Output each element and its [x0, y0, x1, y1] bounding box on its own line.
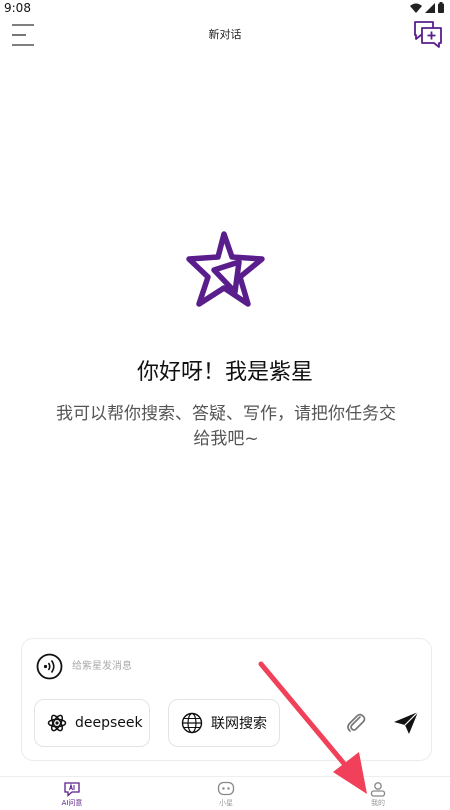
- new-chat-button[interactable]: [412, 18, 444, 50]
- deepseek-chip[interactable]: deepseek: [34, 699, 150, 747]
- paperclip-icon: [347, 713, 366, 732]
- greeting-subtitle: 我可以帮你搜索、答疑、写作，请把你任务交给我吧~: [56, 404, 396, 449]
- nav-label-ai: AI问意: [61, 799, 83, 807]
- star-logo-icon: [186, 231, 265, 307]
- page-title: 新对话: [208, 28, 242, 41]
- atom-icon: [47, 714, 67, 732]
- web-search-chip-label: 联网搜索: [211, 716, 267, 732]
- status-icons: [410, 2, 444, 13]
- bottom-nav: AI问意 小星 我的: [0, 776, 450, 810]
- deepseek-chip-label: deepseek: [75, 715, 143, 731]
- nav-item-xiaoxing[interactable]: 小星: [196, 781, 256, 808]
- web-search-chip[interactable]: 联网搜索: [168, 699, 280, 747]
- new-chat-icon: [414, 21, 442, 48]
- message-composer: deepseek 联网搜索: [21, 638, 432, 761]
- header: 新对话: [0, 16, 450, 56]
- xiaoxing-icon: [217, 781, 235, 796]
- wifi-icon: [410, 3, 422, 13]
- status-bar: 9:08: [0, 0, 450, 16]
- attach-button[interactable]: [344, 711, 368, 735]
- voice-input-button[interactable]: [36, 653, 63, 680]
- voice-icon: [36, 653, 63, 680]
- send-icon: [394, 711, 419, 734]
- message-input[interactable]: [72, 657, 372, 675]
- nav-label-mine: 我的: [371, 799, 385, 807]
- globe-icon: [181, 712, 203, 734]
- nav-label-xiaoxing: 小星: [219, 799, 233, 807]
- greeting-title: 你好呀！我是紫星: [136, 360, 313, 385]
- status-time: 9:08: [4, 1, 31, 15]
- send-button[interactable]: [392, 709, 420, 737]
- battery-icon: [438, 2, 444, 13]
- nav-item-mine[interactable]: 我的: [348, 781, 408, 808]
- ai-icon: [64, 782, 80, 797]
- signal-icon: [425, 2, 435, 13]
- nav-item-ai[interactable]: AI问意: [42, 781, 102, 808]
- profile-icon: [370, 782, 386, 797]
